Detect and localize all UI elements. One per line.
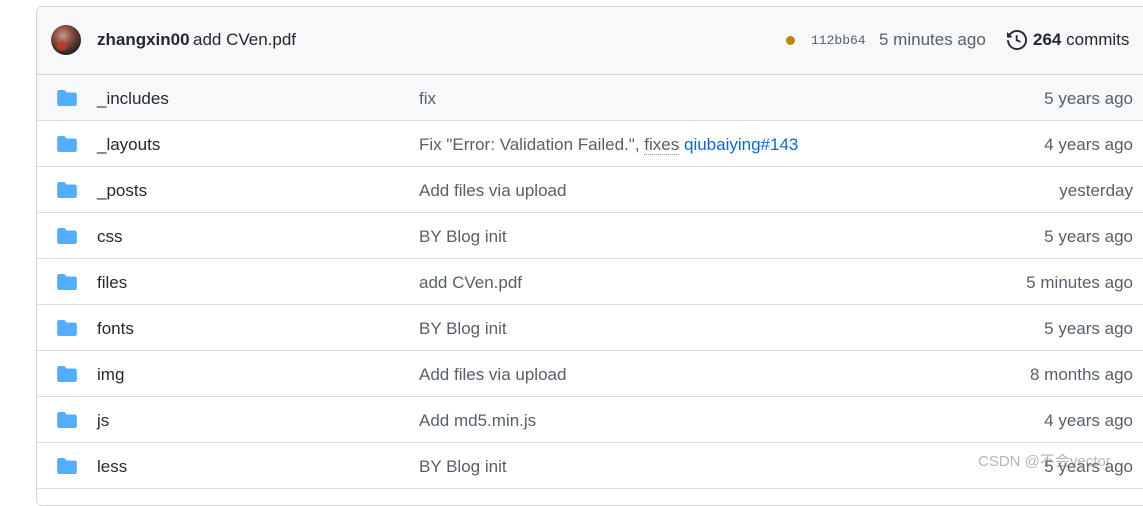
issue-link[interactable]: qiubaiying#143 (684, 135, 798, 154)
file-row-layouts[interactable]: _layouts Fix "Error: Validation Failed."… (37, 121, 1143, 167)
author-avatar[interactable] (51, 25, 81, 55)
file-age: 4 years ago (1044, 411, 1133, 430)
commit-count-label: commits (1066, 30, 1130, 49)
file-age: 5 years ago (1044, 319, 1133, 338)
file-name-link[interactable]: img (97, 365, 124, 385)
file-commit-message-link[interactable]: Add files via upload (419, 365, 566, 385)
folder-icon (57, 228, 77, 244)
folder-icon (57, 366, 77, 382)
file-name-link[interactable]: less (97, 457, 127, 477)
file-name-link[interactable]: fonts (97, 319, 134, 339)
file-commit-message-link[interactable]: BY Blog init (419, 227, 507, 247)
folder-icon (57, 458, 77, 474)
file-row-posts[interactable]: _posts Add files via upload yesterday (37, 167, 1143, 213)
csdn-watermark: CSDN @不会vector (978, 453, 1111, 470)
file-age: 8 months ago (1029, 365, 1133, 384)
file-age: 5 years ago (1044, 227, 1133, 246)
file-row-js[interactable]: js Add md5.min.js 4 years ago (37, 397, 1143, 443)
folder-icon (57, 182, 77, 198)
fixes-keyword: fixes (644, 135, 680, 155)
file-name-link[interactable]: files (97, 273, 127, 293)
commit-author-link[interactable]: zhangxin00 (97, 30, 190, 50)
file-commit-message-link[interactable]: Add files via upload (419, 181, 566, 201)
file-age: 5 years ago (1044, 89, 1133, 108)
repo-file-browser: zhangxin00 add CVen.pdf 112bb64 5 minute… (36, 6, 1143, 506)
folder-icon (57, 274, 77, 290)
file-age: 4 years ago (1044, 135, 1133, 154)
commit-status-dot-icon[interactable] (786, 36, 795, 45)
file-name-link[interactable]: js (97, 411, 109, 431)
history-icon[interactable] (1007, 30, 1027, 50)
file-commit-message-link[interactable]: Add md5.min.js (419, 411, 536, 431)
file-age: 5 minutes ago (1026, 273, 1133, 292)
file-name-link[interactable]: _posts (97, 181, 147, 201)
latest-commit-header: zhangxin00 add CVen.pdf 112bb64 5 minute… (37, 7, 1143, 75)
file-commit-message-link[interactable]: BY Blog init (419, 319, 507, 339)
file-row-fonts[interactable]: fonts BY Blog init 5 years ago (37, 305, 1143, 351)
commit-message-link[interactable]: add CVen.pdf (193, 30, 296, 50)
file-age: yesterday (1059, 181, 1133, 200)
file-commit-message-link[interactable]: BY Blog init (419, 457, 507, 477)
file-name-link[interactable]: css (97, 227, 123, 247)
folder-icon (57, 412, 77, 428)
file-row-img[interactable]: img Add files via upload 8 months ago (37, 351, 1143, 397)
file-row-includes[interactable]: _includes fix 5 years ago (37, 75, 1143, 121)
file-name-link[interactable]: _includes (97, 89, 169, 109)
commit-sha-link[interactable]: 112bb64 (811, 33, 866, 48)
file-name-link[interactable]: _layouts (97, 135, 160, 155)
file-commit-message-link[interactable]: add CVen.pdf (419, 273, 522, 293)
file-commit-message-link[interactable]: fix (419, 89, 436, 109)
commit-count-number: 264 (1033, 30, 1062, 49)
folder-icon (57, 320, 77, 336)
file-row-css[interactable]: css BY Blog init 5 years ago (37, 213, 1143, 259)
file-list: _includes fix 5 years ago _layouts Fix "… (37, 75, 1143, 489)
folder-icon (57, 136, 77, 152)
file-row-files[interactable]: files add CVen.pdf 5 minutes ago (37, 259, 1143, 305)
folder-icon (57, 90, 77, 106)
commit-count-link[interactable]: 264 commits (1033, 30, 1129, 50)
file-commit-message: Fix "Error: Validation Failed.", fixes q… (419, 135, 798, 155)
file-commit-message-link[interactable]: Fix "Error: Validation Failed.", (419, 135, 644, 154)
commit-time: 5 minutes ago (879, 30, 986, 49)
